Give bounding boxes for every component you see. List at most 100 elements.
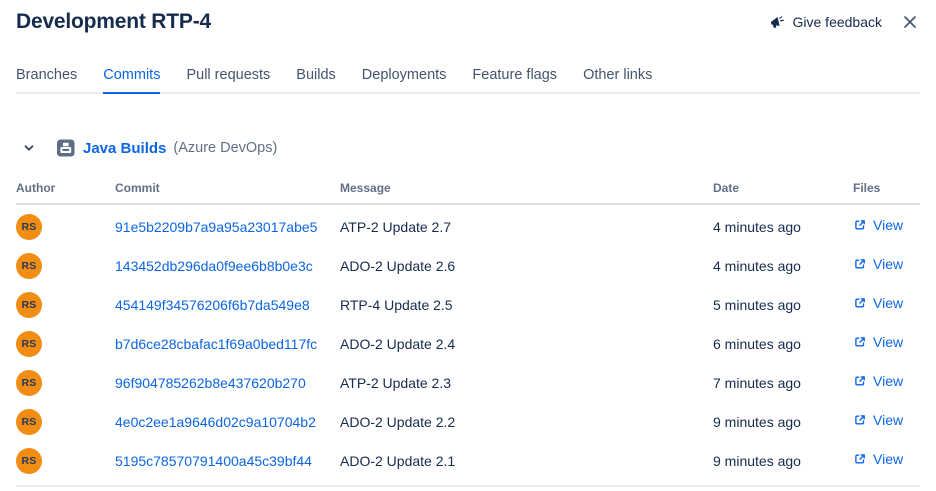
external-link-icon (853, 452, 867, 466)
avatar[interactable]: RS (16, 331, 42, 357)
commit-cell: b7d6ce28cbafac1f69a0bed117fc (115, 336, 340, 352)
section-title-link[interactable]: Java Builds (83, 140, 166, 157)
commit-message: ADO-2 Update 2.4 (340, 336, 713, 352)
table-row: RS 454149f34576206f6b7da549e8 RTP-4 Upda… (16, 285, 920, 324)
commit-message: ATP-2 Update 2.7 (340, 219, 713, 235)
files-cell: View (853, 412, 920, 432)
commit-message: ADO-2 Update 2.2 (340, 414, 713, 430)
view-files-link[interactable]: View (853, 451, 903, 467)
avatar[interactable]: RS (16, 370, 42, 396)
tab-commits[interactable]: Commits (103, 67, 160, 94)
commit-hash-link[interactable]: b7d6ce28cbafac1f69a0bed117fc (115, 336, 334, 352)
commits-table: Author Commit Message Date Files RS 91e5… (16, 181, 920, 487)
commit-cell: 143452db296da0f9ee6b8b0e3c (115, 258, 340, 274)
table-row: RS b7d6ce28cbafac1f69a0bed117fc ADO-2 Up… (16, 324, 920, 363)
column-header-author: Author (16, 181, 115, 195)
table-row: RS 91e5b2209b7a9a95a23017abe5 ATP-2 Upda… (16, 207, 920, 246)
view-files-link[interactable]: View (853, 334, 903, 350)
external-link-icon (853, 218, 867, 232)
table-body: RS 91e5b2209b7a9a95a23017abe5 ATP-2 Upda… (16, 205, 920, 487)
table-row: RS 143452db296da0f9ee6b8b0e3c ADO-2 Upda… (16, 246, 920, 285)
commit-hash-link[interactable]: 454149f34576206f6b7da549e8 (115, 297, 334, 313)
author-cell: RS (16, 409, 115, 435)
tab-feature-flags[interactable]: Feature flags (472, 67, 557, 94)
view-files-link[interactable]: View (853, 295, 903, 311)
commit-date: 9 minutes ago (713, 414, 853, 430)
section-header: Java Builds (Azure DevOps) (16, 138, 920, 158)
view-label: View (873, 451, 903, 467)
avatar[interactable]: RS (16, 448, 42, 474)
author-cell: RS (16, 331, 115, 357)
collapse-section-button[interactable] (20, 139, 38, 157)
files-cell: View (853, 256, 920, 276)
view-label: View (873, 373, 903, 389)
commit-hash-link[interactable]: 4e0c2ee1a9646d02c9a10704b2 (115, 414, 334, 430)
external-link-icon (853, 335, 867, 349)
view-files-link[interactable]: View (853, 217, 903, 233)
files-cell: View (853, 373, 920, 393)
avatar[interactable]: RS (16, 409, 42, 435)
repository-icon (56, 138, 76, 158)
table-row: RS 5195c78570791400a45c39bf44 ADO-2 Upda… (16, 441, 920, 480)
column-header-date: Date (713, 181, 853, 195)
column-header-message: Message (340, 181, 713, 195)
avatar-initials: RS (22, 221, 37, 233)
table-row: RS 96f904785262b8e437620b270 ATP-2 Updat… (16, 363, 920, 402)
files-cell: View (853, 334, 920, 354)
give-feedback-button[interactable]: Give feedback (769, 14, 883, 31)
external-link-icon (853, 374, 867, 388)
view-files-link[interactable]: View (853, 373, 903, 389)
author-cell: RS (16, 292, 115, 318)
avatar-initials: RS (22, 299, 37, 311)
external-link-icon (853, 413, 867, 427)
view-label: View (873, 295, 903, 311)
avatar-initials: RS (22, 455, 37, 467)
commit-date: 6 minutes ago (713, 336, 853, 352)
avatar-initials: RS (22, 260, 37, 272)
close-button[interactable] (900, 12, 920, 32)
view-files-link[interactable]: View (853, 256, 903, 272)
view-files-link[interactable]: View (853, 412, 903, 428)
files-cell: View (853, 217, 920, 237)
column-header-files: Files (853, 181, 920, 195)
commit-date: 5 minutes ago (713, 297, 853, 313)
avatar[interactable]: RS (16, 214, 42, 240)
close-icon (902, 14, 918, 30)
commit-cell: 91e5b2209b7a9a95a23017abe5 (115, 219, 340, 235)
commit-hash-link[interactable]: 5195c78570791400a45c39bf44 (115, 453, 334, 469)
tab-other-links[interactable]: Other links (583, 67, 652, 94)
commit-message: RTP-4 Update 2.5 (340, 297, 713, 313)
commit-message: ADO-2 Update 2.6 (340, 258, 713, 274)
external-link-icon (853, 296, 867, 310)
table-header-row: Author Commit Message Date Files (16, 181, 920, 205)
commit-hash-link[interactable]: 96f904785262b8e437620b270 (115, 375, 334, 391)
avatar-initials: RS (22, 377, 37, 389)
commit-date: 9 minutes ago (713, 453, 853, 469)
commit-cell: 4e0c2ee1a9646d02c9a10704b2 (115, 414, 340, 430)
author-cell: RS (16, 253, 115, 279)
view-label: View (873, 412, 903, 428)
commit-hash-link[interactable]: 143452db296da0f9ee6b8b0e3c (115, 258, 334, 274)
avatar-initials: RS (22, 338, 37, 350)
commit-message: ATP-2 Update 2.3 (340, 375, 713, 391)
dialog-header: Development RTP-4 Give feedback (16, 0, 920, 34)
commit-hash-link[interactable]: 91e5b2209b7a9a95a23017abe5 (115, 219, 334, 235)
author-cell: RS (16, 214, 115, 240)
megaphone-icon (769, 14, 786, 31)
files-cell: View (853, 451, 920, 471)
commit-cell: 96f904785262b8e437620b270 (115, 375, 340, 391)
author-cell: RS (16, 448, 115, 474)
avatar[interactable]: RS (16, 292, 42, 318)
tab-deployments[interactable]: Deployments (362, 67, 447, 94)
commit-date: 4 minutes ago (713, 258, 853, 274)
chevron-down-icon (22, 141, 36, 155)
external-link-icon (853, 257, 867, 271)
avatar[interactable]: RS (16, 253, 42, 279)
view-label: View (873, 334, 903, 350)
tab-branches[interactable]: Branches (16, 67, 77, 94)
commit-cell: 454149f34576206f6b7da549e8 (115, 297, 340, 313)
commit-message: ADO-2 Update 2.1 (340, 453, 713, 469)
tab-bar: Branches Commits Pull requests Builds Deploy… (16, 67, 920, 94)
tab-builds[interactable]: Builds (296, 67, 336, 94)
tab-pull-requests[interactable]: Pull requests (186, 67, 270, 94)
